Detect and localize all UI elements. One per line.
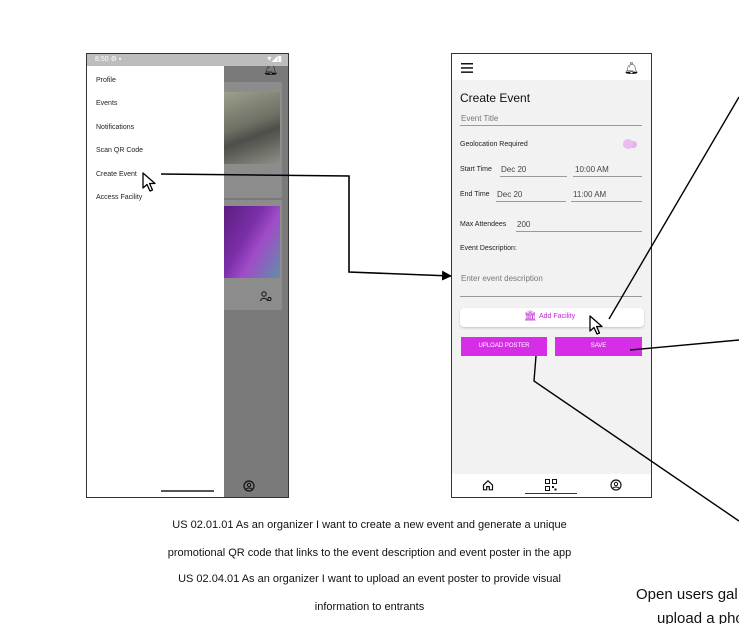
side-note-text: Open users gal: [636, 586, 738, 603]
annotation-line-save: [629, 339, 739, 351]
user-story-caption: promotional QR code that links to the ev…: [167, 547, 572, 559]
user-story-caption: US 02.04.01 As an organizer I want to up…: [178, 573, 561, 585]
user-story-caption: US 02.01.01 As an organizer I want to cr…: [172, 519, 567, 531]
annotation-line-upload: [533, 355, 739, 522]
user-story-caption: information to entrants: [314, 601, 425, 613]
mouse-cursor-icon: [589, 315, 603, 335]
annotation-line-facility: [608, 96, 739, 320]
side-note-text: upload a pho: [657, 610, 739, 624]
flow-arrow-create-event: [160, 173, 452, 281]
mouse-cursor-icon: [142, 172, 156, 192]
